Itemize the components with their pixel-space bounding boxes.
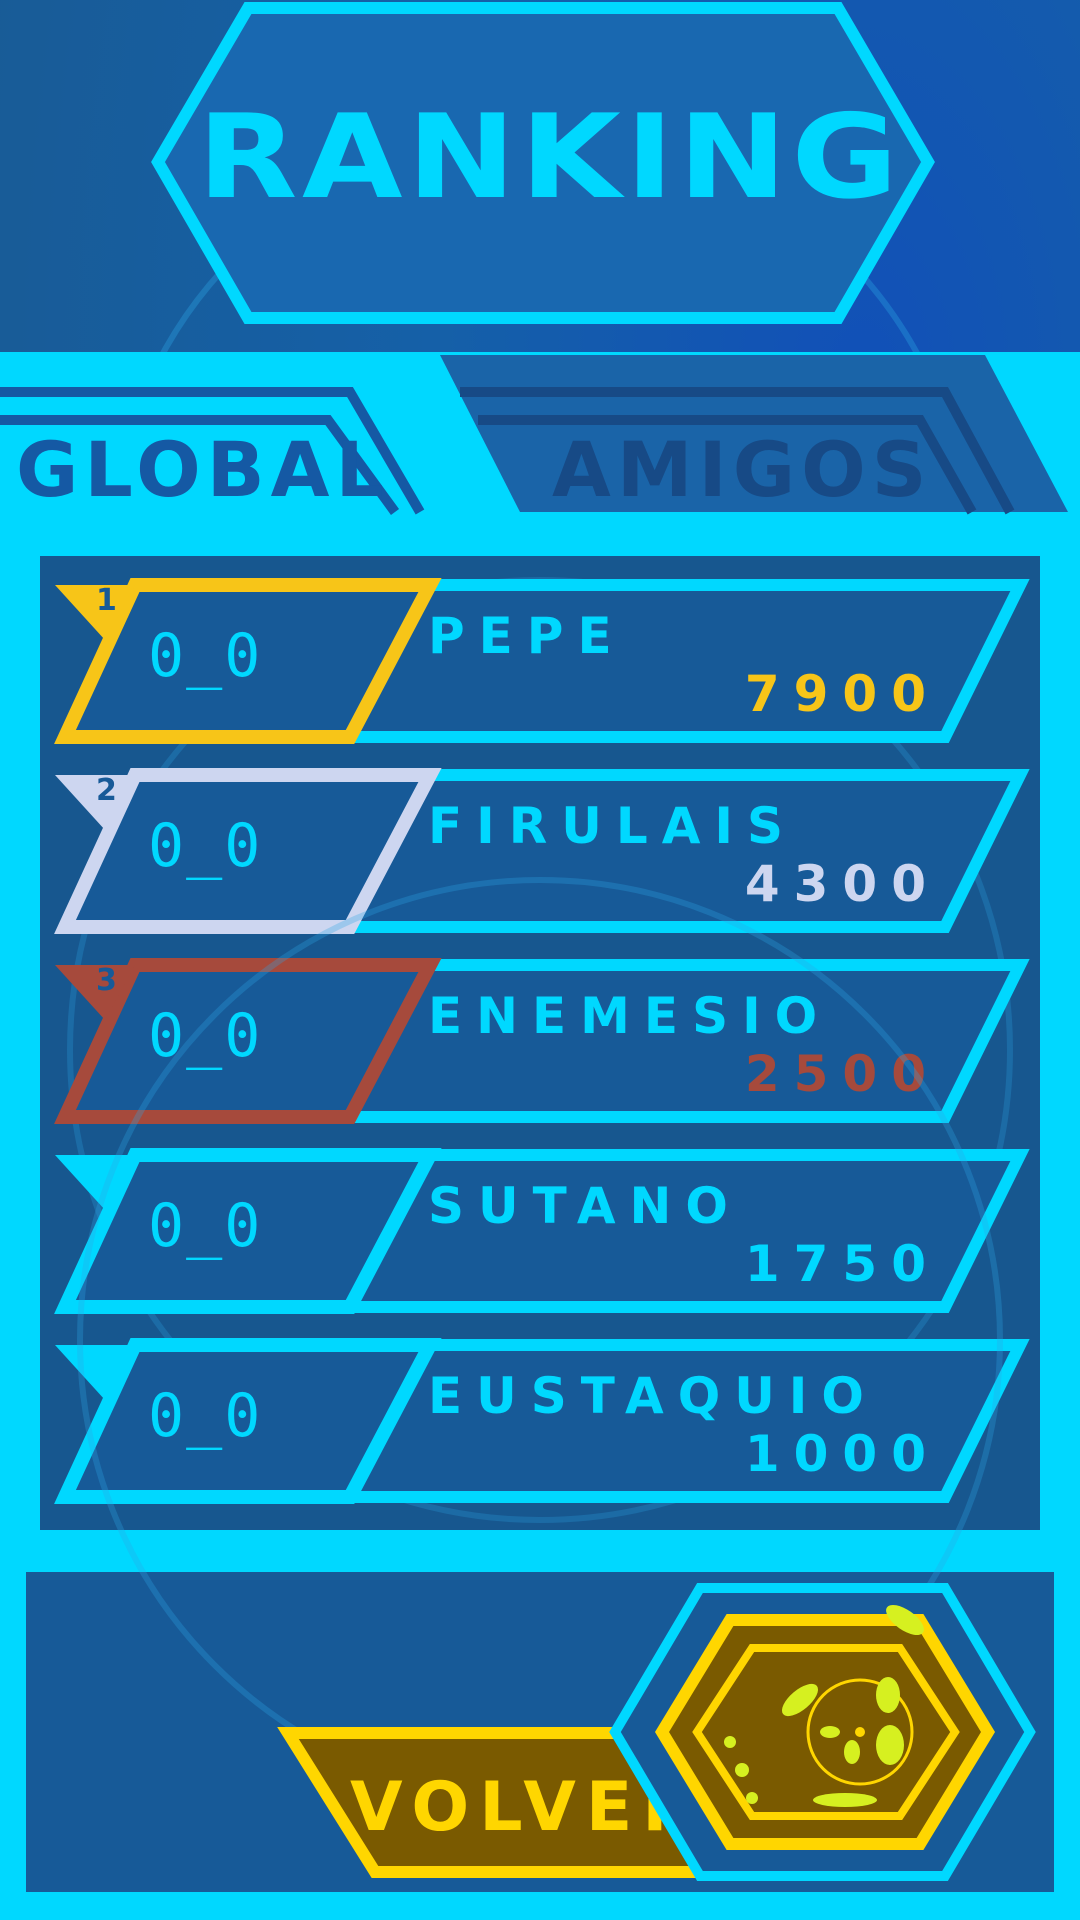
hexagon-emblem-icon — [609, 1583, 1036, 1881]
